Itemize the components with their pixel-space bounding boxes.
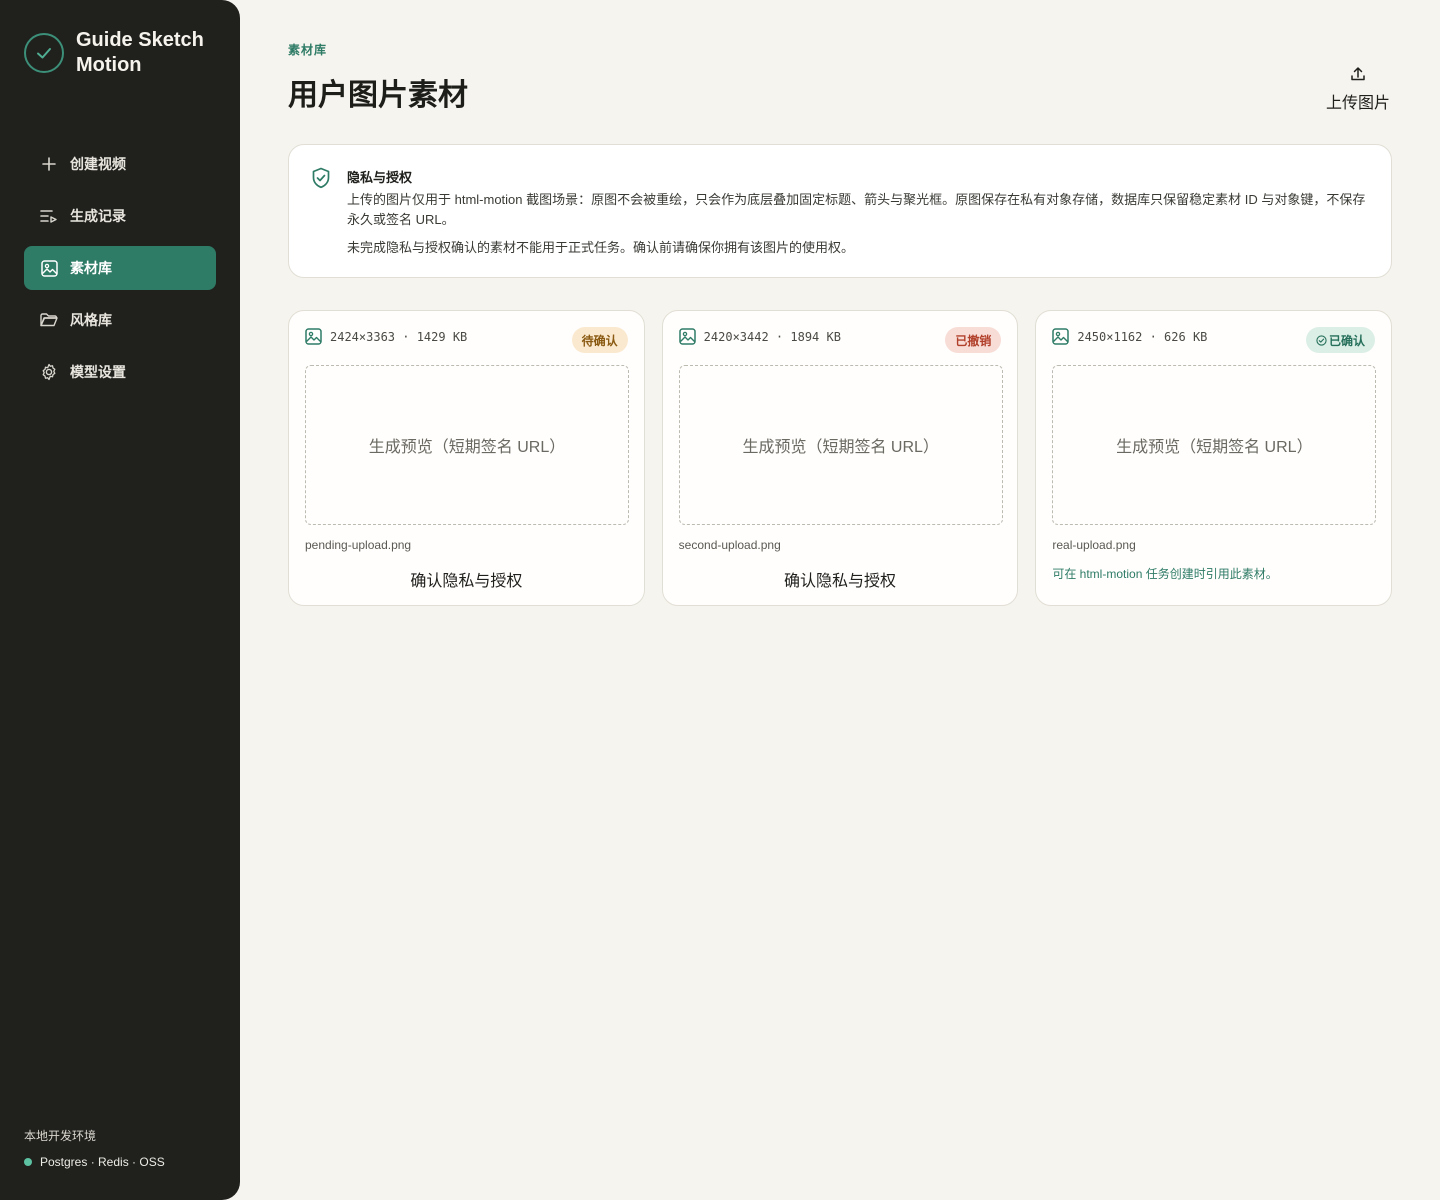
privacy-warning: 未完成隐私与授权确认的素材不能用于正式任务。确认前请确保你拥有该图片的使用权。 bbox=[347, 240, 855, 255]
confirm-privacy-button[interactable]: 确认隐私与授权 bbox=[289, 567, 644, 591]
upload-image-label: 上传图片 bbox=[1325, 95, 1390, 112]
confirm-privacy-button[interactable]: 确认隐私与授权 bbox=[663, 567, 1018, 591]
asset-meta: 2450×1162 · 626 KB bbox=[1052, 328, 1207, 345]
status-badge-label: 已确认 bbox=[1329, 333, 1366, 348]
gear-icon bbox=[40, 363, 58, 381]
asset-filename: second-upload.png bbox=[678, 538, 781, 552]
asset-meta: 2420×3442 · 1894 KB bbox=[678, 328, 841, 345]
asset-card: 2420×3442 · 1894 KB 已撤销 生成预览（短期签名 URL） s… bbox=[661, 310, 1019, 606]
sidebar-item-label: 创建视频 bbox=[70, 156, 126, 172]
status-badge: 已确认 bbox=[1306, 327, 1376, 353]
plus-icon bbox=[40, 155, 58, 173]
status-badge: 已撤销 bbox=[945, 327, 1002, 353]
asset-filename: pending-upload.png bbox=[305, 538, 412, 552]
asset-filename: real-upload.png bbox=[1052, 538, 1136, 552]
brand-name: Guide Sketch Motion bbox=[76, 29, 204, 76]
sidebar-item-styles[interactable]: 风格库 bbox=[24, 298, 216, 342]
preview-placeholder: 生成预览（短期签名 URL） bbox=[368, 439, 566, 456]
sidebar-item-model-settings[interactable]: 模型设置 bbox=[24, 350, 216, 394]
brand[interactable]: Guide Sketch Motion bbox=[24, 28, 216, 78]
asset-card: 2450×1162 · 626 KB 已确认 生成预览（短期签名 URL） re… bbox=[1035, 310, 1393, 606]
image-icon bbox=[40, 259, 58, 277]
asset-meta-text: 2420×3442 · 1894 KB bbox=[703, 329, 841, 344]
asset-preview[interactable]: 生成预览（短期签名 URL） bbox=[678, 365, 1003, 525]
preview-placeholder: 生成预览（短期签名 URL） bbox=[742, 439, 939, 456]
asset-card: 2424×3363 · 1429 KB 待确认 生成预览（短期签名 URL） p… bbox=[288, 310, 645, 606]
sidebar-item-history[interactable]: 生成记录 bbox=[24, 194, 216, 238]
env-label: 本地开发环境 bbox=[24, 1129, 97, 1143]
status-badge: 待确认 bbox=[571, 327, 628, 353]
status-dot-icon bbox=[24, 1158, 32, 1166]
sidebar-item-assets[interactable]: 素材库 bbox=[24, 246, 216, 290]
sidebar-item-label: 风格库 bbox=[70, 312, 112, 328]
env-services-text: Postgres · Redis · OSS bbox=[40, 1155, 165, 1169]
sidebar-item-create-video[interactable]: 创建视频 bbox=[24, 142, 216, 186]
asset-meta-text: 2450×1162 · 626 KB bbox=[1077, 329, 1208, 344]
image-icon bbox=[678, 328, 696, 345]
privacy-title: 隐私与授权 bbox=[347, 170, 413, 185]
preview-placeholder: 生成预览（短期签名 URL） bbox=[1116, 439, 1313, 456]
sidebar-item-label: 模型设置 bbox=[70, 364, 126, 380]
sidebar-item-label: 素材库 bbox=[70, 260, 112, 276]
sidebar-item-label: 生成记录 bbox=[70, 208, 126, 224]
list-play-icon bbox=[40, 207, 58, 225]
shield-check-icon bbox=[311, 167, 331, 194]
sidebar-nav: 创建视频 生成记录 素材库 风格库 模型设置 bbox=[24, 142, 216, 402]
asset-meta-text: 2424×3363 · 1429 KB bbox=[330, 329, 468, 344]
asset-preview[interactable]: 生成预览（短期签名 URL） bbox=[305, 365, 629, 525]
upload-icon bbox=[1350, 66, 1366, 87]
privacy-description: 上传的图片仅用于 html-motion 截图场景：原图不会被重绘，只会作为底层… bbox=[347, 192, 1366, 227]
image-icon bbox=[1052, 328, 1070, 345]
asset-preview[interactable]: 生成预览（短期签名 URL） bbox=[1052, 365, 1377, 525]
privacy-notice: 隐私与授权 上传的图片仅用于 html-motion 截图场景：原图不会被重绘，… bbox=[288, 144, 1392, 278]
breadcrumb: 素材库 bbox=[288, 43, 328, 57]
asset-grid: 2424×3363 · 1429 KB 待确认 生成预览（短期签名 URL） p… bbox=[288, 310, 1393, 606]
image-icon bbox=[305, 328, 322, 345]
usable-note: 可在 html-motion 任务创建时引用此素材。 bbox=[1052, 567, 1278, 581]
upload-image-button[interactable]: 上传图片 bbox=[1324, 66, 1392, 112]
sidebar: Guide Sketch Motion 创建视频 生成记录 素材库 风格库 模型… bbox=[0, 0, 240, 1200]
check-circle-icon bbox=[1316, 334, 1327, 346]
folder-icon bbox=[40, 311, 58, 329]
asset-meta: 2424×3363 · 1429 KB bbox=[305, 328, 467, 345]
check-logo-icon bbox=[24, 33, 64, 73]
page-title: 用户图片素材 bbox=[288, 79, 468, 112]
env-services: Postgres · Redis · OSS bbox=[24, 1155, 165, 1169]
